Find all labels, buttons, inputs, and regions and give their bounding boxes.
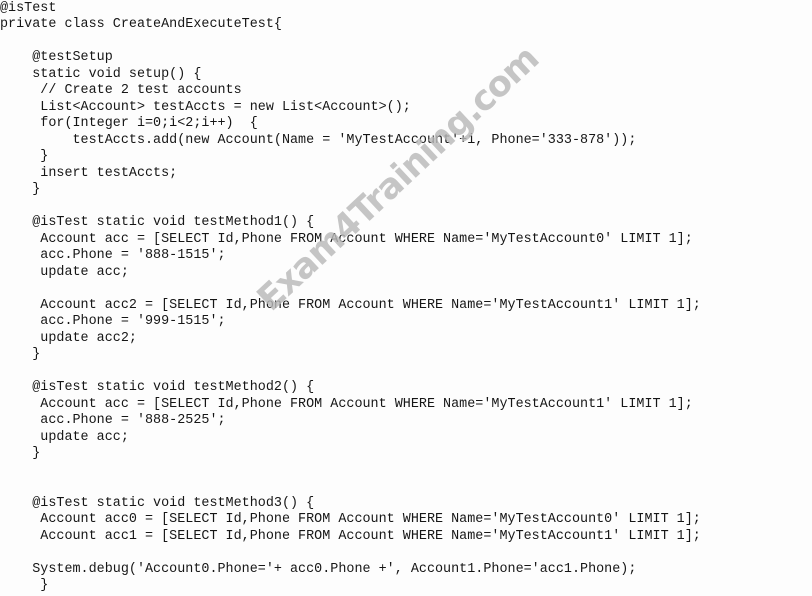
code-line: } — [0, 578, 49, 593]
code-line: Account acc0 = [SELECT Id,Phone FROM Acc… — [0, 512, 701, 527]
code-screenshot: @isTest private class CreateAndExecuteTes… — [0, 0, 812, 596]
code-line: List<Account> testAccts = new List<Accou… — [0, 100, 411, 115]
code-line: } — [0, 149, 49, 164]
code-line: // Create 2 test accounts — [0, 83, 242, 98]
code-line: Account acc = [SELECT Id,Phone FROM Acco… — [0, 232, 693, 247]
code-line: acc.Phone = '999-1515'; — [0, 314, 226, 329]
code-line: acc.Phone = '888-1515'; — [0, 248, 226, 263]
code-line: update acc2; — [0, 331, 137, 346]
code-line: Account acc = [SELECT Id,Phone FROM Acco… — [0, 397, 693, 412]
code-line: @isTest — [0, 1, 57, 16]
code-line: System.debug('Account0.Phone='+ acc0.Pho… — [0, 562, 637, 577]
code-line: } — [0, 446, 41, 461]
code-line: @testSetup — [0, 50, 113, 65]
code-line: } — [0, 347, 41, 362]
code-line: @isTest static void testMethod1() { — [0, 215, 315, 230]
code-line: @isTest static void testMethod2() { — [0, 380, 315, 395]
code-line: static void setup() { — [0, 67, 202, 82]
code-line: update acc; — [0, 265, 129, 280]
code-line: insert testAccts; — [0, 166, 178, 181]
code-line: @isTest static void testMethod3() { — [0, 496, 315, 511]
code-line: for(Integer i=0;i<2;i++) { — [0, 116, 258, 131]
code-line: } — [0, 182, 41, 197]
code-line: testAccts.add(new Account(Name = 'MyTest… — [0, 133, 637, 148]
code-line: update acc; — [0, 430, 129, 445]
code-line: acc.Phone = '888-2525'; — [0, 413, 226, 428]
code-block: @isTest private class CreateAndExecuteTes… — [0, 0, 812, 596]
code-line: Account acc1 = [SELECT Id,Phone FROM Acc… — [0, 529, 701, 544]
code-line: Account acc2 = [SELECT Id,Phone FROM Acc… — [0, 298, 701, 313]
code-line: private class CreateAndExecuteTest{ — [0, 17, 282, 32]
